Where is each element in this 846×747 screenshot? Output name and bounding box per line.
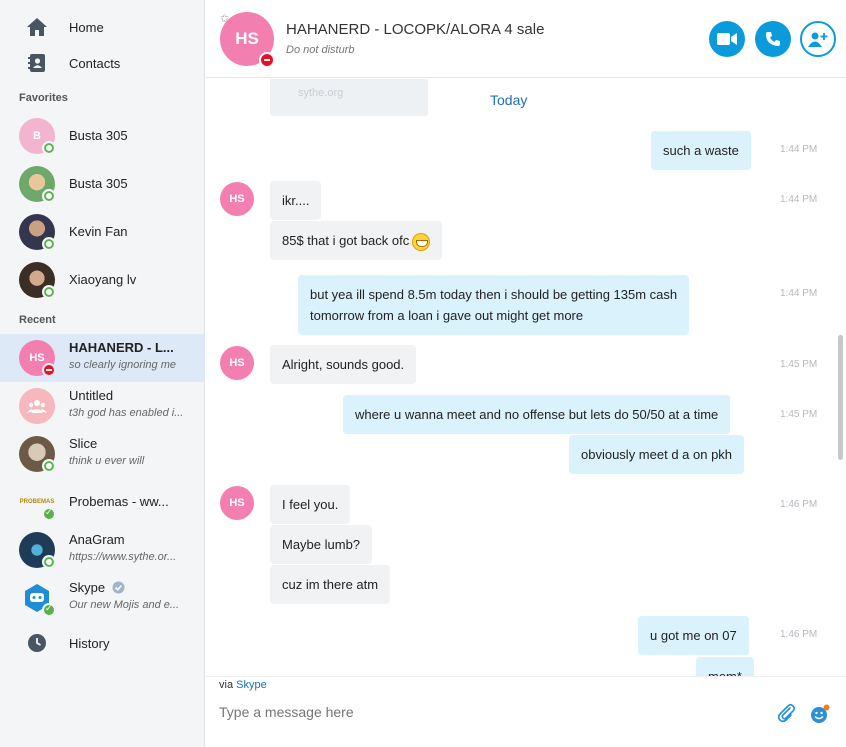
sender-avatar[interactable]: HS (220, 486, 254, 520)
contact-name: Slice (69, 436, 98, 451)
message-input[interactable] (219, 704, 759, 720)
date-separator: Today (490, 92, 528, 108)
sender-avatar[interactable]: HS (220, 182, 254, 216)
sender-avatar[interactable]: HS (220, 346, 254, 380)
recent-slice[interactable]: Slice think u ever will (0, 430, 205, 478)
voice-call-button[interactable] (755, 21, 791, 57)
recent-anagram[interactable]: AnaGram https://www.sythe.or... (0, 526, 205, 574)
via-service: via Skype (219, 679, 267, 691)
contact-status: https://www.sythe.or... (69, 551, 177, 563)
do-not-disturb-icon (42, 363, 56, 377)
group-avatar (19, 388, 55, 424)
contact-status: Our new Mojis and e... (69, 599, 180, 611)
message-bubble-outgoing[interactable]: such a waste (651, 131, 751, 170)
contact-status: so clearly ignoring me (69, 359, 176, 371)
online-status-icon (42, 459, 56, 473)
nav-home-label: Home (69, 19, 104, 35)
skype-status-icon (42, 507, 56, 521)
favorite-busta-305[interactable]: B Busta 305 (0, 112, 205, 160)
contact-name: HAHANERD - L... (69, 340, 174, 355)
message-history[interactable]: sythe.org Today such a waste 1:44 PM HS … (206, 79, 835, 676)
message-bubble-outgoing[interactable]: u got me on 07 (638, 616, 749, 655)
contact-name: Xiaoyang lv (69, 272, 137, 287)
message-bubble-incoming[interactable]: Maybe lumb? (270, 525, 373, 564)
message-bubble-incoming[interactable]: cuz im there atm (270, 565, 391, 604)
message-bubble-incoming[interactable]: ikr.... (270, 181, 322, 220)
nav-contacts-label: Contacts (69, 55, 121, 71)
message-bubble-outgoing[interactable]: but yea ill spend 8.5m today then i shou… (298, 275, 690, 335)
conversation-title: HAHANERD - LOCOPK/ALORA 4 sale (286, 21, 545, 38)
do-not-disturb-icon (259, 52, 275, 68)
message-bubble-outgoing[interactable]: where u wanna meet and no offense but le… (343, 395, 731, 434)
favorite-kevin-fan[interactable]: Kevin Fan (0, 208, 205, 256)
recent-skype[interactable]: Skype Our new Mojis and e... (0, 574, 205, 622)
message-bubble-incoming[interactable]: I feel you. (270, 485, 351, 524)
nav-history-label: History (69, 635, 110, 651)
add-participant-button[interactable] (800, 21, 836, 57)
message-time: 1:44 PM (780, 144, 818, 155)
message-time: 1:45 PM (780, 409, 818, 420)
online-status-icon (42, 285, 56, 299)
favorites-heading: Favorites (19, 92, 68, 104)
message-bubble-outgoing[interactable]: mem* (696, 657, 754, 676)
recent-probemas[interactable]: PROBEMAS Probemas - ww... (0, 478, 205, 526)
history-icon (28, 634, 46, 652)
home-icon (27, 18, 47, 36)
message-bubble-incoming[interactable]: Alright, sounds good. (270, 345, 417, 384)
grin-emoji-icon (412, 232, 431, 251)
compose-divider (206, 676, 846, 677)
favorite-star-icon[interactable]: ✩ (220, 12, 229, 25)
contact-name: Busta 305 (69, 176, 128, 191)
preview-caption: sythe.org (298, 87, 344, 99)
add-person-icon (808, 32, 828, 47)
contact-status: t3h god has enabled i... (69, 407, 184, 419)
contact-name: Busta 305 (69, 128, 128, 143)
message-time: 1:46 PM (780, 629, 818, 640)
contacts-icon (28, 54, 45, 72)
group-icon (27, 400, 47, 413)
message-time: 1:46 PM (780, 499, 818, 510)
favorite-busta-305-2[interactable]: Busta 305 (0, 160, 205, 208)
verified-icon (112, 581, 125, 594)
image-preview[interactable]: sythe.org (270, 79, 428, 116)
contact-name: Skype (69, 580, 125, 595)
skype-window: Home Contacts Favorites B Busta 305 Bust… (0, 0, 846, 747)
recent-heading: Recent (19, 314, 56, 326)
recent-untitled[interactable]: Untitled t3h god has enabled i... (0, 382, 205, 430)
skype-status-icon (42, 603, 56, 617)
message-bubble-incoming[interactable]: 85$ that i got back ofc (270, 221, 443, 260)
emoticon-picker-icon[interactable] (810, 704, 830, 724)
chat-scrollbar[interactable] (838, 335, 843, 460)
message-time: 1:44 PM (780, 288, 818, 299)
nav-home[interactable]: Home (0, 10, 205, 44)
contact-name: Kevin Fan (69, 224, 128, 239)
sidebar: Home Contacts Favorites B Busta 305 Bust… (0, 0, 205, 747)
favorite-xiaoyang-lv[interactable]: Xiaoyang lv (0, 256, 205, 304)
online-status-icon (42, 555, 56, 569)
message-time: 1:44 PM (780, 194, 818, 205)
contact-name: AnaGram (69, 532, 125, 547)
contact-name: Untitled (69, 388, 114, 403)
video-call-button[interactable] (709, 21, 745, 57)
message-time: 1:45 PM (780, 359, 818, 370)
contact-status: think u ever will (69, 455, 145, 467)
online-status-icon (42, 237, 56, 251)
recent-hahanerd[interactable]: HS HAHANERD - L... so clearly ignoring m… (0, 334, 205, 382)
service-link[interactable]: Skype (236, 679, 267, 691)
conversation-header: HS ✩ HAHANERD - LOCOPK/ALORA 4 sale Do n… (206, 0, 846, 78)
phone-icon (766, 32, 780, 46)
online-status-icon (42, 141, 56, 155)
attach-file-icon[interactable] (776, 703, 796, 723)
video-icon (717, 33, 737, 45)
nav-contacts[interactable]: Contacts (0, 46, 205, 80)
contact-name: Probemas - ww... (69, 494, 169, 509)
message-bubble-outgoing[interactable]: obviously meet d a on pkh (569, 435, 745, 474)
nav-history[interactable]: History (0, 626, 205, 660)
conversation-status: Do not disturb (286, 44, 355, 56)
online-status-icon (42, 189, 56, 203)
